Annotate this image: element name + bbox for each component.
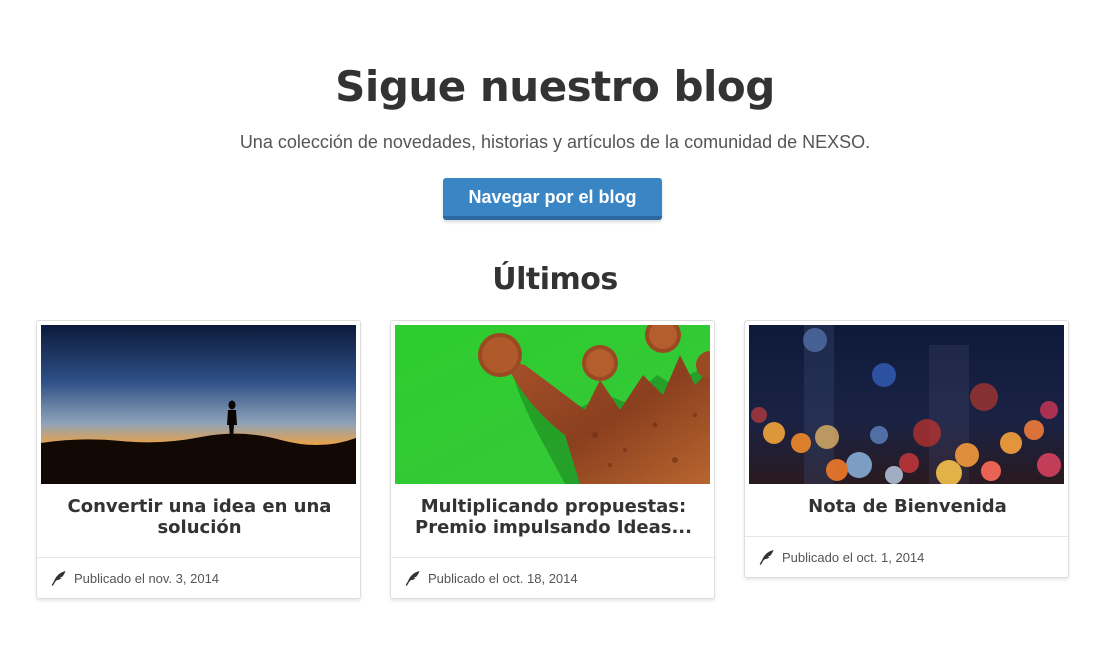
post-title[interactable]: Convertir una idea en una solución [57,496,342,538]
post-date: Publicado el oct. 1, 2014 [782,549,925,565]
post-title[interactable]: Nota de Bienvenida [765,496,1050,517]
quill-feather-icon [759,550,774,565]
post-date: Publicado el nov. 3, 2014 [74,570,220,586]
post-date: Publicado el oct. 18, 2014 [428,570,578,586]
post-meta: Publicado el oct. 1, 2014 [759,549,924,565]
post-meta: Publicado el oct. 18, 2014 [405,570,578,586]
quill-feather-icon [51,571,66,586]
browse-blog-button[interactable]: Navegar por el blog [443,178,662,220]
card-divider [37,557,360,558]
latest-section-title: Últimos [492,262,618,297]
post-title[interactable]: Multiplicando propuestas: Premio impulsa… [411,496,696,538]
page-title: Sigue nuestro blog [335,62,775,111]
quill-feather-icon [405,571,420,586]
post-meta: Publicado el nov. 3, 2014 [51,570,219,586]
post-image-crown[interactable] [395,325,710,484]
blog-post-card[interactable]: Nota de Bienvenida Publicado el oct. 1, … [744,320,1069,578]
card-divider [745,536,1068,537]
post-image-sunset[interactable] [41,325,356,484]
page-subtitle: Una colección de novedades, historias y … [239,132,871,152]
blog-post-card[interactable]: Convertir una idea en una solución Publi… [36,320,361,599]
card-divider [391,557,714,558]
post-image-bokeh[interactable] [749,325,1064,484]
blog-post-card[interactable]: Multiplicando propuestas: Premio impulsa… [390,320,715,599]
